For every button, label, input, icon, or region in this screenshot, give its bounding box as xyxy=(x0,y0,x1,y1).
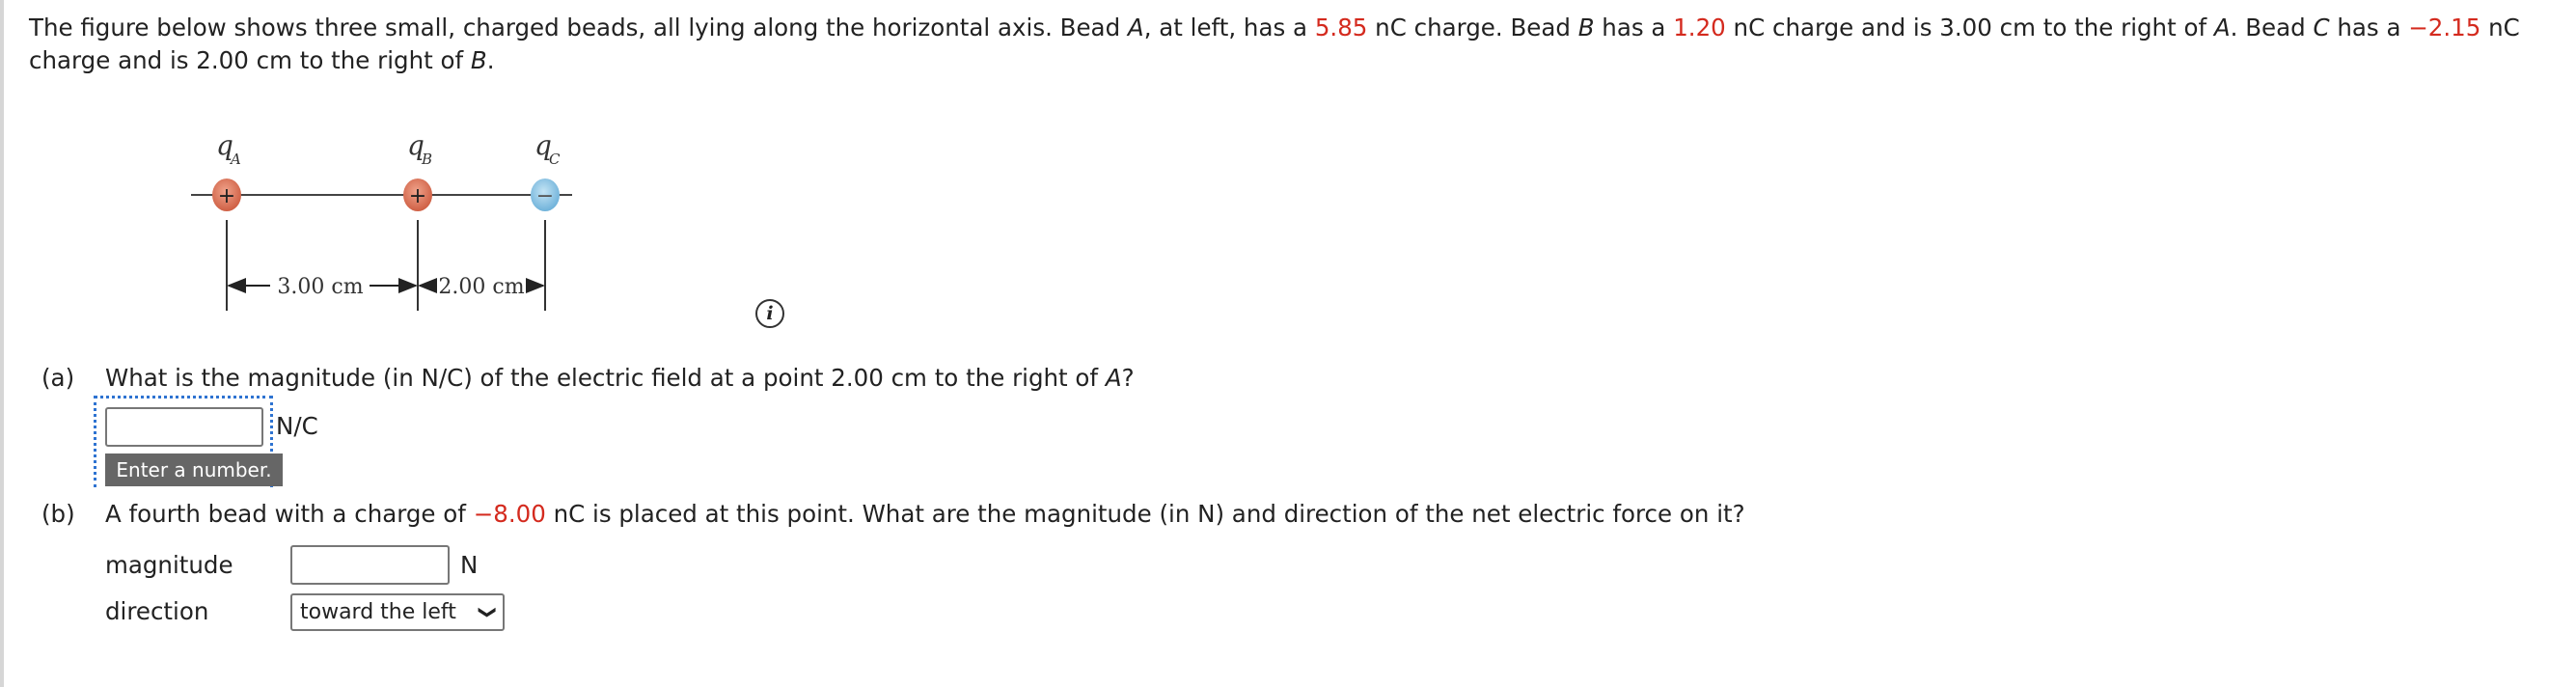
text: , at left, has a xyxy=(1143,14,1315,41)
force-magnitude-input[interactable] xyxy=(290,545,450,585)
text: nC is placed at this point. What are the… xyxy=(545,500,1745,528)
text: has a xyxy=(1594,14,1674,41)
sub-b: B xyxy=(421,151,432,168)
var-a: A xyxy=(1105,364,1122,392)
chevron-down-icon: ❯ xyxy=(477,604,498,620)
dist-ab-label: 3.00 cm xyxy=(277,275,363,299)
text: ? xyxy=(1121,364,1135,392)
dist-bc-label: 2.00 cm xyxy=(438,275,524,299)
sub-a: A xyxy=(229,151,241,168)
text: A fourth bead with a charge of xyxy=(105,500,474,528)
bead-figure: q A + q B + q C − 3.00 cm 2.00 cm xyxy=(191,129,572,311)
text: The figure below shows three small, char… xyxy=(29,14,1128,41)
sub-c: C xyxy=(549,151,561,168)
direction-selected-value: toward the left xyxy=(300,600,456,624)
charge-c: −2.15 xyxy=(2408,14,2481,41)
part-a-label: (a) xyxy=(41,364,75,392)
part-b-label: (b) xyxy=(41,500,75,528)
charge-b: 1.20 xyxy=(1673,14,1726,41)
part-a-text: What is the magnitude (in N/C) of the el… xyxy=(105,362,1135,395)
unit-n-per-c: N/C xyxy=(276,412,318,440)
var-b: B xyxy=(470,46,487,74)
electric-field-input[interactable] xyxy=(105,407,263,447)
bead-b: q B + xyxy=(403,129,432,211)
direction-label: direction xyxy=(105,597,209,625)
var-b: B xyxy=(1577,14,1595,41)
info-icon[interactable]: i xyxy=(755,299,784,328)
input-tooltip: Enter a number. xyxy=(105,453,283,486)
problem-statement: The figure below shows three small, char… xyxy=(29,12,2557,77)
var-a: A xyxy=(2213,14,2231,41)
magnitude-label: magnitude xyxy=(105,551,233,579)
bead-a: q A + xyxy=(212,129,241,211)
part-b-text: A fourth bead with a charge of −8.00 nC … xyxy=(105,498,1745,531)
text: . Bead xyxy=(2230,14,2314,41)
direction-select[interactable]: toward the left ❯ xyxy=(290,593,505,631)
left-border xyxy=(0,0,4,687)
bead-c: q C − xyxy=(531,129,561,211)
text: nC charge. Bead xyxy=(1367,14,1578,41)
charge-a: 5.85 xyxy=(1314,14,1368,41)
var-a: A xyxy=(1127,14,1144,41)
sign-a: + xyxy=(218,184,235,208)
unit-n: N xyxy=(460,551,479,579)
text: nC charge and is 3.00 cm to the right of xyxy=(1725,14,2214,41)
text: . xyxy=(486,46,495,74)
var-c: C xyxy=(2313,14,2330,41)
sign-b: + xyxy=(409,184,426,208)
fourth-charge: −8.00 xyxy=(473,500,546,528)
text: What is the magnitude (in N/C) of the el… xyxy=(105,364,1106,392)
text: has a xyxy=(2329,14,2409,41)
sign-c: − xyxy=(536,184,554,208)
